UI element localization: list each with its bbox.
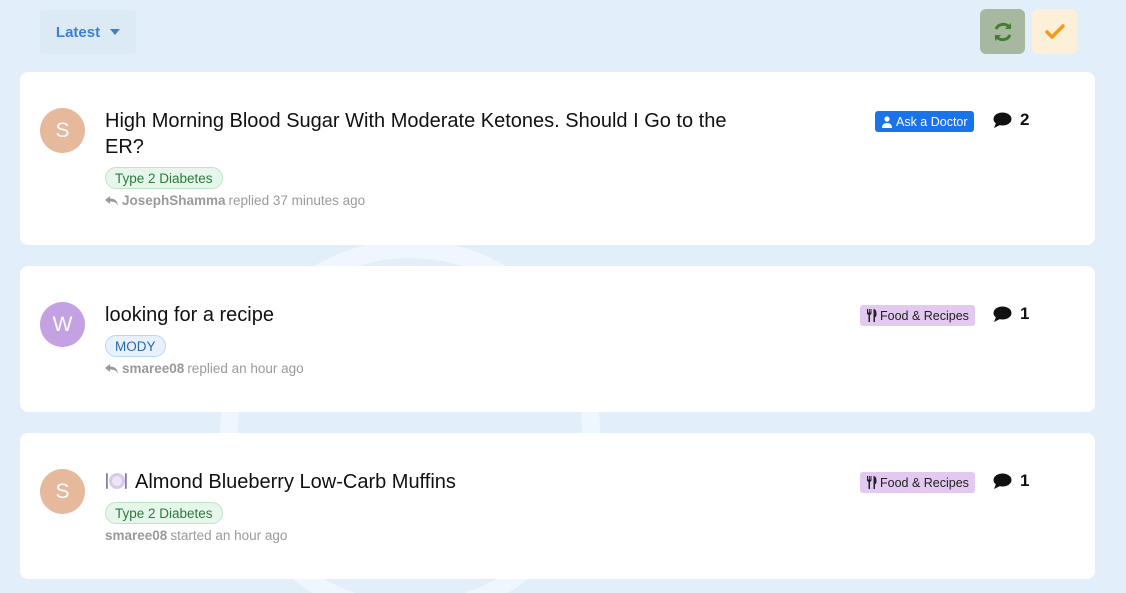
topic-tag[interactable]: Type 2 Diabetes: [105, 167, 223, 189]
topic-meta: smaree08 started an hour ago: [105, 528, 287, 543]
category-badge[interactable]: Food & Recipes: [860, 305, 975, 326]
mark-read-button[interactable]: [1032, 9, 1077, 54]
topic-title[interactable]: High Morning Blood Sugar With Moderate K…: [105, 108, 765, 160]
chevron-down-icon: [110, 29, 121, 35]
avatar[interactable]: S: [40, 469, 85, 514]
activity-text: replied 37 minutes ago: [228, 193, 366, 208]
activity-text: started an hour ago: [170, 528, 288, 543]
refresh-icon: [994, 22, 1011, 41]
reply-count-value: 2: [1020, 110, 1030, 129]
topic-meta: smaree08 replied an hour ago: [105, 361, 304, 376]
topic-card[interactable]: W looking for a recipe MODY smaree08 rep…: [20, 266, 1095, 412]
sort-dropdown[interactable]: Latest: [40, 10, 136, 54]
category-badge[interactable]: Ask a Doctor: [875, 111, 974, 132]
reply-count[interactable]: 1: [993, 304, 1029, 324]
reply-count-value: 1: [1020, 471, 1030, 490]
comment-icon: [993, 112, 1012, 128]
avatar[interactable]: W: [40, 302, 85, 347]
doctor-icon: [882, 115, 892, 128]
refresh-button[interactable]: [980, 9, 1025, 54]
last-poster-link[interactable]: smaree08: [105, 528, 167, 543]
topic-title[interactable]: Almond Blueberry Low-Carb Muffins: [135, 471, 456, 493]
category-label: Food & Recipes: [880, 308, 969, 323]
topic-card[interactable]: S High Morning Blood Sugar With Moderate…: [20, 72, 1095, 245]
category-badge[interactable]: Food & Recipes: [860, 472, 975, 493]
sort-label: Latest: [55, 23, 101, 41]
topic-tag[interactable]: Type 2 Diabetes: [105, 502, 223, 524]
topic-title[interactable]: looking for a recipe: [105, 302, 765, 328]
activity-text: replied an hour ago: [187, 361, 304, 376]
plate-emoji-icon: [106, 473, 127, 489]
category-label: Food & Recipes: [880, 475, 969, 490]
comment-icon: [993, 306, 1012, 322]
category-label: Ask a Doctor: [896, 114, 968, 129]
reply-icon: [105, 195, 118, 206]
avatar[interactable]: S: [40, 108, 85, 153]
utensils-icon: [867, 309, 877, 322]
reply-count[interactable]: 1: [993, 471, 1029, 491]
reply-count[interactable]: 2: [993, 110, 1029, 130]
reply-icon: [105, 363, 118, 374]
comment-icon: [993, 473, 1012, 489]
topic-title-row[interactable]: Almond Blueberry Low-Carb Muffins: [105, 469, 765, 495]
topic-meta: JosephShamma replied 37 minutes ago: [105, 193, 365, 208]
topic-tag[interactable]: MODY: [105, 335, 166, 357]
utensils-icon: [867, 476, 877, 489]
last-poster-link[interactable]: smaree08: [122, 361, 184, 376]
topic-card[interactable]: S Almond Blueberry Low-Carb Muffins Type…: [20, 433, 1095, 579]
checkmark-icon: [1044, 23, 1065, 39]
last-poster-link[interactable]: JosephShamma: [122, 193, 226, 208]
reply-count-value: 1: [1020, 304, 1030, 323]
